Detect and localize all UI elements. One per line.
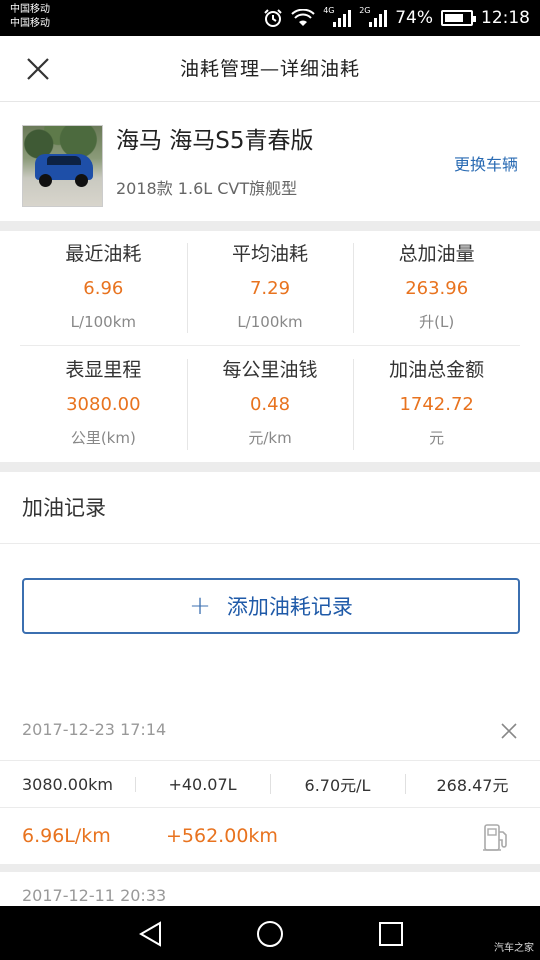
record-distance: +562.00km	[166, 825, 278, 847]
close-icon	[27, 58, 49, 80]
nav-recent-button[interactable]	[376, 919, 406, 949]
back-triangle-icon	[139, 921, 161, 947]
car-model: 2018款 1.6L CVT旗舰型	[116, 179, 298, 198]
stat-total-cost: 加油总金额 1742.72 元	[353, 347, 520, 462]
page-title: 油耗管理—详细油耗	[179, 58, 360, 80]
signal-4g-icon: 4G	[323, 6, 352, 27]
stat-value: 1742.72	[399, 394, 474, 415]
stat-value: 0.48	[249, 394, 291, 415]
fuel-stats: 最近油耗 6.96 L/100km 平均油耗 7.29 L/100km 总加油量…	[0, 231, 540, 462]
home-circle-icon	[257, 921, 283, 947]
record-date: 2017-12-23 17:14	[22, 720, 167, 739]
watermark: 汽车之家	[494, 943, 534, 954]
stat-value: 263.96	[405, 278, 469, 299]
records-title: 加油记录	[22, 496, 106, 520]
stats-row-1: 最近油耗 6.96 L/100km 平均油耗 7.29 L/100km 总加油量…	[20, 231, 520, 346]
carrier-1: 中国移动	[10, 4, 50, 15]
stat-odometer: 表显里程 3080.00 公里(km)	[20, 347, 187, 462]
record-price: 6.70元/L	[270, 772, 405, 796]
stat-value: 3080.00	[66, 394, 141, 415]
stat-label: 平均油耗	[232, 243, 309, 265]
car-info: 海马 海马S5青春版 2018款 1.6L CVT旗舰型 更换车辆	[0, 103, 540, 221]
battery-percent: 74%	[395, 8, 433, 28]
plus-icon: +	[189, 591, 211, 621]
alarm-icon	[263, 8, 283, 28]
carrier-labels: 中国移动 中国移动	[10, 3, 50, 31]
nav-back-button[interactable]	[136, 919, 166, 949]
recent-square-icon	[379, 922, 403, 946]
stat-label: 每公里油钱	[222, 359, 318, 381]
stat-total-fuel: 总加油量 263.96 升(L)	[353, 231, 520, 345]
record-item: 2017-12-11 20:33	[0, 872, 540, 906]
stat-value: 6.96	[83, 278, 124, 299]
car-photo	[22, 125, 103, 207]
stat-label: 总加油量	[398, 243, 475, 265]
stat-unit: 元	[429, 429, 445, 447]
record-amount: 268.47元	[405, 772, 540, 796]
status-bar: 中国移动 中国移动 4G 2G 74% 12:18	[0, 0, 540, 36]
stat-label: 加油总金额	[389, 359, 485, 381]
record-summary: 6.96L/km +562.00km	[0, 808, 540, 864]
add-record-button[interactable]: + 添加油耗记录	[22, 578, 520, 634]
battery-icon	[441, 10, 476, 26]
stat-label: 最近油耗	[65, 243, 142, 265]
stats-row-2: 表显里程 3080.00 公里(km) 每公里油钱 0.48 元/km 加油总金…	[20, 347, 520, 462]
close-icon	[501, 723, 517, 739]
stat-label: 表显里程	[65, 359, 142, 381]
record-item: 2017-12-23 17:14 3080.00km +40.07L 6.70元…	[0, 706, 540, 864]
record-details: 3080.00km +40.07L 6.70元/L 268.47元	[0, 760, 540, 808]
car-name: 海马 海马S5青春版	[116, 128, 314, 154]
signal-2g-icon: 2G	[359, 6, 388, 27]
record-fuel: +40.07L	[135, 775, 270, 794]
section-divider	[0, 462, 540, 472]
nav-home-button[interactable]	[255, 919, 285, 949]
stat-unit: 公里(km)	[70, 429, 136, 447]
stat-average-consumption: 平均油耗 7.29 L/100km	[186, 231, 354, 345]
stat-unit: L/100km	[70, 313, 136, 331]
close-button[interactable]	[20, 51, 56, 87]
fuel-pump-icon	[483, 824, 507, 851]
add-record-label: 添加油耗记录	[226, 595, 353, 619]
section-divider	[0, 221, 540, 231]
stat-recent-consumption: 最近油耗 6.96 L/100km	[20, 231, 187, 345]
carrier-2: 中国移动	[10, 18, 50, 29]
stat-unit: 元/km	[248, 429, 292, 447]
clock: 12:18	[481, 8, 530, 28]
stat-unit: L/100km	[237, 313, 303, 331]
delete-record-button[interactable]	[498, 720, 520, 742]
stat-value: 7.29	[249, 278, 291, 299]
change-car-link[interactable]: 更换车辆	[454, 151, 518, 175]
system-nav-bar: 汽车之家	[0, 906, 540, 960]
record-date: 2017-12-11 20:33	[22, 886, 167, 905]
status-icons: 4G 2G 74% 12:18	[263, 0, 530, 36]
wifi-icon	[291, 9, 315, 27]
stat-cost-per-km: 每公里油钱 0.48 元/km	[186, 347, 354, 462]
stat-unit: 升(L)	[419, 313, 455, 331]
app-header: 油耗管理—详细油耗	[0, 36, 540, 102]
record-mileage: 3080.00km	[21, 774, 113, 794]
record-consumption: 6.96L/km	[22, 825, 111, 847]
records-header: 加油记录	[0, 472, 540, 544]
section-divider	[0, 864, 540, 872]
